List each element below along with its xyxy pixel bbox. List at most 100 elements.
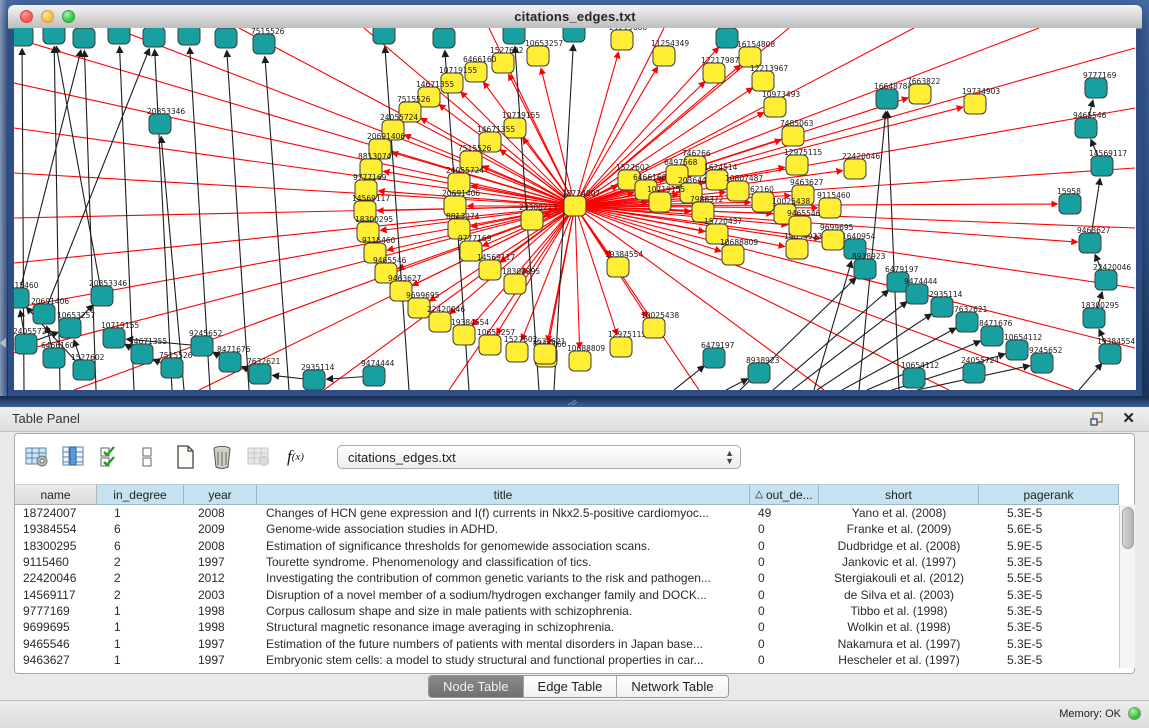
graph-node[interactable]: 9699695 (561, 28, 595, 42)
graph-node[interactable]: 10653257 (525, 39, 563, 66)
citation-edge-black[interactable] (773, 290, 888, 390)
citation-edge-black[interactable] (888, 112, 899, 390)
function-builder-icon[interactable]: f(x) (282, 444, 309, 471)
citation-edge-red[interactable] (541, 69, 575, 206)
splitter-resize-grip[interactable] (566, 399, 578, 406)
graph-node[interactable]: 22420046 (842, 152, 880, 179)
float-panel-icon[interactable] (1089, 411, 1105, 427)
graph-node[interactable]: 11254349 (651, 39, 689, 66)
table-row[interactable]: 946554611997Estimation of the future num… (15, 635, 1119, 651)
citation-edge-black[interactable] (44, 49, 149, 314)
citation-edge-black[interactable] (265, 57, 289, 390)
graph-node[interactable]: 62160 (750, 185, 774, 212)
scrollbar-thumb[interactable] (1122, 507, 1134, 549)
table-panel-titlebar[interactable]: Table Panel ✕ (0, 407, 1149, 432)
graph-node[interactable]: 10654112 (901, 361, 939, 388)
graph-node[interactable]: 18300295 (502, 267, 540, 294)
table-mode-icon[interactable] (23, 444, 50, 471)
table-vertical-scrollbar[interactable] (1119, 505, 1135, 668)
citation-edge-black[interactable] (84, 51, 96, 390)
graph-node[interactable]: 14569117 (1089, 149, 1127, 176)
citation-edge-black[interactable] (1079, 364, 1102, 390)
graph-node[interactable]: 24055724 (14, 28, 47, 46)
graph-node[interactable]: 21219608 (609, 28, 647, 50)
graph-node[interactable]: 12975115 (608, 330, 646, 357)
minimize-window-button[interactable] (41, 10, 54, 23)
graph-node[interactable]: 7485063 (780, 119, 814, 146)
graph-node[interactable]: 24055724 (961, 356, 999, 383)
close-panel-icon[interactable]: ✕ (1122, 409, 1135, 427)
column-header-name[interactable]: name (15, 484, 97, 505)
column-header-title[interactable]: title (257, 484, 750, 505)
graph-node[interactable]: 10973493 (762, 90, 800, 117)
graph-node[interactable]: 19734903 (962, 87, 1000, 114)
graph-node[interactable]: 10653257 (71, 28, 109, 48)
graph-node[interactable]: 7632621 (247, 357, 281, 384)
citation-edge-red[interactable] (575, 48, 1135, 206)
graph-node[interactable]: 16154808 (737, 40, 775, 67)
graph-node[interactable]: 6466160 (141, 28, 175, 47)
graph-node[interactable]: 8938923 (746, 356, 780, 383)
graph-node[interactable]: 8938923 (852, 252, 886, 279)
network-canvas[interactable]: 2405572420691406106532571527602646616010… (14, 28, 1136, 390)
graph-node[interactable]: 22420046 (1093, 263, 1131, 290)
graph-node[interactable]: 9465546 (431, 28, 465, 48)
graph-node[interactable]: 1527602 (71, 353, 105, 380)
table-selector-combobox[interactable]: citations_edges.txt ▲▼ (337, 445, 741, 469)
citation-edge-red[interactable] (575, 206, 580, 348)
table-row[interactable]: 1456911722003Disruption of a novel membe… (15, 586, 1119, 602)
graph-node[interactable]: 7632621 (532, 337, 566, 364)
table-row[interactable]: 977716911998Corpus callosum shape and si… (15, 603, 1119, 619)
tab-node-table[interactable]: Node Table (429, 676, 524, 697)
graph-node[interactable]: 9245652 (1029, 346, 1063, 373)
table-row[interactable]: 946362711997Embryonic stem cells: a mode… (15, 652, 1119, 668)
citation-edge-red[interactable] (575, 206, 699, 390)
graph-node[interactable]: 19384554 (605, 250, 643, 277)
show-column-icon[interactable] (60, 444, 87, 471)
graph-node[interactable]: 7663822 (907, 77, 941, 104)
citation-edge-red[interactable] (575, 53, 618, 206)
graph-node[interactable]: 14569117 (371, 28, 409, 44)
table-row[interactable]: 2242004622012Investigating the contribut… (15, 570, 1119, 586)
tab-edge-table[interactable]: Edge Table (524, 676, 618, 697)
select-all-columns-icon[interactable] (97, 444, 124, 471)
graph-node[interactable]: 12213967 (750, 64, 788, 91)
panel-collapse-arrow-icon[interactable] (0, 338, 6, 348)
graph-node[interactable]: 9474444 (361, 359, 395, 386)
table-row[interactable]: 1872400712008Changes of HCN gene express… (15, 505, 1119, 521)
unselect-all-columns-icon[interactable] (134, 444, 161, 471)
citation-edge-black[interactable] (792, 302, 907, 390)
delete-column-icon[interactable] (208, 444, 235, 471)
tab-network-table[interactable]: Network Table (617, 676, 727, 697)
network-window-titlebar[interactable]: citations_edges.txt (8, 5, 1142, 29)
column-header-year[interactable]: year (184, 484, 257, 505)
graph-node[interactable]: 9463627 (1077, 226, 1111, 253)
table-row[interactable]: 1830029562008Estimation of significance … (15, 538, 1119, 554)
column-header-pagerank[interactable]: pagerank (979, 484, 1119, 505)
column-header-in_degree[interactable]: in_degree (97, 484, 184, 505)
graph-node[interactable]: 16648784 (874, 82, 912, 109)
zoom-window-button[interactable] (62, 10, 75, 23)
graph-node[interactable]: 10688809 (567, 344, 605, 371)
citation-edge-black[interactable] (726, 379, 747, 390)
table-row[interactable]: 969969511998Structural magnetic resonanc… (15, 619, 1119, 635)
graph-node[interactable]: 15958 (1057, 187, 1081, 214)
new-column-icon[interactable] (171, 444, 198, 471)
column-header-out_de[interactable]: △out_de... (750, 484, 819, 505)
table-row[interactable]: 911546021997Tourette syndrome. Phenomeno… (15, 554, 1119, 570)
graph-node[interactable]: 12217987 (701, 56, 739, 83)
graph-node[interactable]: 9465546 (1073, 111, 1107, 138)
citation-edge-black[interactable] (227, 51, 249, 390)
citation-edge-black[interactable] (56, 47, 102, 296)
graph-node[interactable]: 7515526 (159, 351, 193, 378)
graph-node[interactable]: 6479197 (701, 341, 735, 368)
graph-node[interactable]: 19384554 (1097, 337, 1135, 364)
citation-network-graph[interactable]: 2405572420691406106532571527602646616010… (14, 28, 1136, 390)
graph-node[interactable]: 18300295 (1081, 301, 1119, 328)
graph-node[interactable]: 20853346 (89, 279, 127, 306)
graph-node[interactable]: 10719155 (176, 28, 214, 45)
table-row[interactable]: 1938455462009Genome-wide association stu… (15, 521, 1119, 537)
graph-node[interactable]: 20853346 (147, 107, 185, 134)
citation-edge-black[interactable] (674, 366, 704, 390)
graph-node[interactable]: 10653257 (57, 311, 95, 338)
